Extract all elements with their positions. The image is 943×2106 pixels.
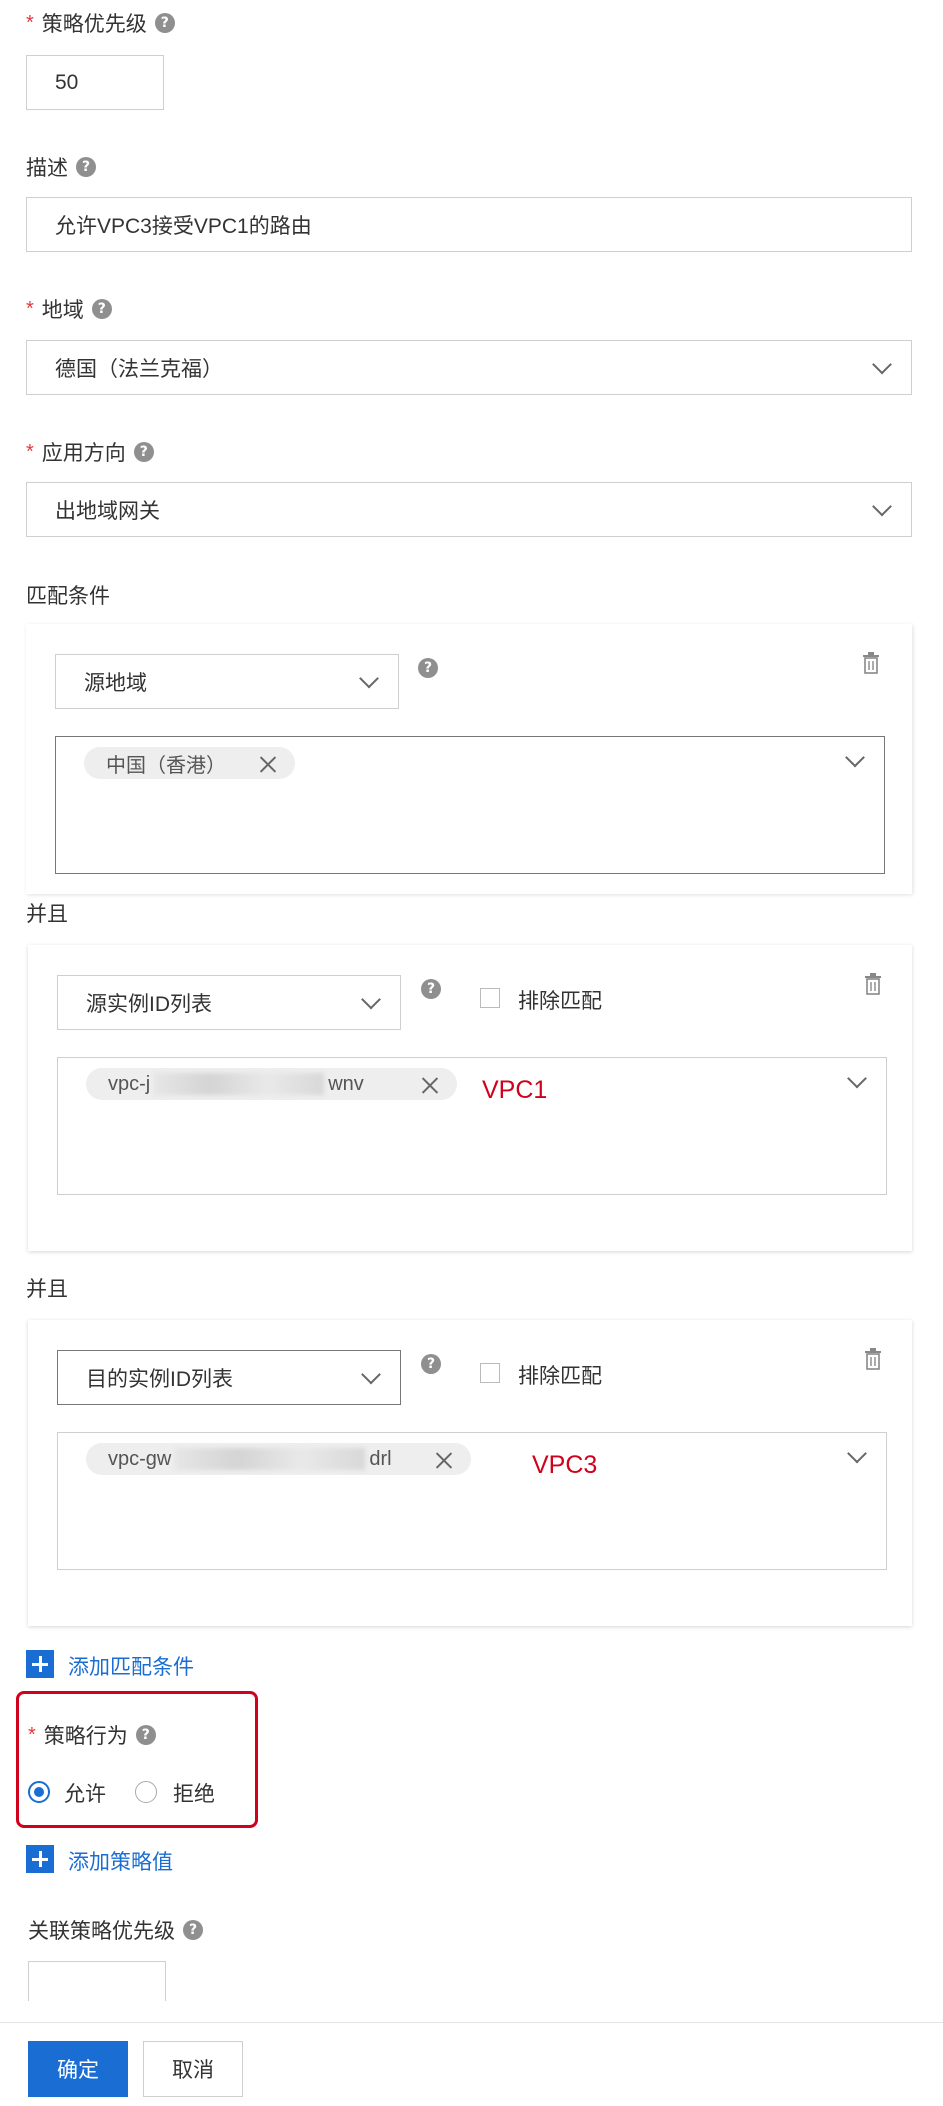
action-highlight-box bbox=[16, 1691, 258, 1828]
help-icon[interactable]: ? bbox=[418, 658, 438, 678]
required-mark: * bbox=[26, 297, 34, 320]
plus-icon bbox=[26, 1845, 54, 1873]
match-conditions-label: 匹配条件 bbox=[26, 585, 110, 608]
chevron-down-icon bbox=[872, 496, 892, 516]
help-icon[interactable]: ? bbox=[91, 299, 112, 319]
chevron-down-icon bbox=[847, 1443, 867, 1464]
radio-selected[interactable] bbox=[28, 1781, 50, 1803]
required-mark: * bbox=[26, 440, 34, 463]
condition-panel-2: 源实例ID列表 ? 排除匹配 vpc-j wnv VPC1 bbox=[28, 945, 912, 1251]
condition-values-1[interactable]: 中国（香港） bbox=[55, 736, 885, 874]
plus-icon bbox=[26, 1650, 54, 1678]
priority-label: * 策略优先级 ? bbox=[26, 8, 175, 38]
condition-type-select-2[interactable]: 源实例ID列表 bbox=[57, 975, 401, 1030]
condition-type-select-1[interactable]: 源地域 bbox=[55, 654, 399, 709]
description-input[interactable]: 允许VPC3接受VPC1的路由 bbox=[26, 197, 912, 252]
help-icon[interactable]: ? bbox=[154, 13, 175, 33]
chevron-down-icon bbox=[359, 668, 379, 688]
value-tag: vpc-j wnv bbox=[86, 1068, 457, 1100]
value-tag: vpc-gw drl bbox=[86, 1443, 471, 1475]
redacted-mask bbox=[154, 1073, 325, 1095]
add-policy-value-button[interactable]: 添加策略值 bbox=[26, 1845, 186, 1875]
close-icon[interactable] bbox=[435, 1451, 453, 1469]
chevron-down-icon bbox=[845, 747, 865, 768]
radio-unselected[interactable] bbox=[135, 1781, 157, 1803]
chevron-down-icon bbox=[361, 989, 381, 1009]
chevron-down-icon bbox=[872, 354, 892, 374]
value-tag: 中国（香港） bbox=[84, 747, 295, 779]
action-option-allow[interactable]: 允许 bbox=[28, 1778, 118, 1806]
priority-input[interactable]: 50 bbox=[26, 55, 164, 110]
add-match-condition-button[interactable]: 添加匹配条件 bbox=[26, 1650, 206, 1680]
required-mark: * bbox=[28, 1723, 36, 1746]
exclude-match-checkbox[interactable] bbox=[480, 988, 500, 1008]
condition-type-select-3[interactable]: 目的实例ID列表 bbox=[57, 1350, 401, 1405]
chevron-down-icon bbox=[847, 1068, 867, 1089]
exclude-match-checkbox[interactable] bbox=[480, 1363, 500, 1383]
footer-divider bbox=[0, 2022, 943, 2023]
action-option-deny[interactable]: 拒绝 bbox=[135, 1778, 225, 1806]
help-icon[interactable]: ? bbox=[183, 1920, 203, 1940]
trash-icon[interactable] bbox=[864, 973, 882, 995]
required-mark: * bbox=[26, 11, 34, 34]
assoc-priority-label: 关联策略优先级 ? bbox=[28, 1915, 203, 1945]
trash-icon[interactable] bbox=[862, 652, 880, 674]
condition-panel-1: 源地域 ? 中国（香港） bbox=[26, 624, 912, 894]
condition-values-3[interactable]: vpc-gw drl bbox=[57, 1432, 887, 1570]
help-icon[interactable]: ? bbox=[421, 1354, 441, 1374]
action-label: * 策略行为 ? bbox=[28, 1720, 156, 1750]
help-icon[interactable]: ? bbox=[421, 979, 441, 999]
and-label: 并且 bbox=[26, 903, 68, 926]
trash-icon[interactable] bbox=[864, 1348, 882, 1370]
cancel-button[interactable]: 取消 bbox=[143, 2041, 243, 2097]
region-select[interactable]: 德国（法兰克福） bbox=[26, 340, 912, 395]
close-icon[interactable] bbox=[421, 1076, 439, 1094]
confirm-button[interactable]: 确定 bbox=[28, 2041, 128, 2097]
redacted-mask bbox=[175, 1448, 366, 1470]
region-label: * 地域 ? bbox=[26, 294, 112, 324]
close-icon[interactable] bbox=[259, 755, 277, 773]
direction-label: * 应用方向 ? bbox=[26, 437, 154, 467]
condition-values-2[interactable]: vpc-j wnv bbox=[57, 1057, 887, 1195]
vpc1-annotation: VPC1 bbox=[482, 1076, 548, 1104]
condition-panel-3: 目的实例ID列表 ? 排除匹配 vpc-gw drl VPC3 bbox=[28, 1320, 912, 1626]
and-label: 并且 bbox=[26, 1278, 68, 1301]
description-label: 描述 ? bbox=[26, 152, 96, 182]
exclude-match-label: 排除匹配 bbox=[518, 1365, 602, 1388]
direction-select[interactable]: 出地域网关 bbox=[26, 482, 912, 537]
help-icon[interactable]: ? bbox=[133, 442, 154, 462]
chevron-down-icon bbox=[361, 1364, 381, 1384]
help-icon[interactable]: ? bbox=[135, 1725, 156, 1745]
assoc-priority-input[interactable] bbox=[28, 1961, 166, 2001]
exclude-match-label: 排除匹配 bbox=[518, 990, 602, 1013]
help-icon[interactable]: ? bbox=[76, 157, 96, 177]
vpc3-annotation: VPC3 bbox=[532, 1451, 598, 1479]
